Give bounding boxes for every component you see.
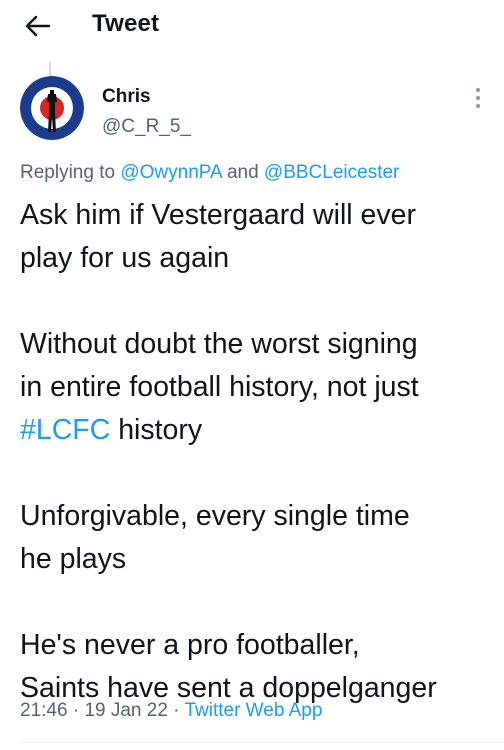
more-vertical-icon	[476, 88, 480, 108]
back-button[interactable]	[22, 12, 54, 40]
raf-roundel-avatar-image	[20, 76, 84, 140]
thread-connector-line	[49, 62, 51, 76]
meta-separator: ·	[67, 700, 85, 721]
tweet-line: Unforgivable, every single time	[20, 500, 410, 532]
arrow-left-icon	[25, 15, 51, 37]
reply-conjunction: and	[226, 162, 259, 183]
meta-separator: ·	[167, 700, 185, 721]
reply-context: Replying to @OwynnPA and @BBCLeicester	[20, 162, 399, 184]
mention-link-owynnpa[interactable]: @OwynnPA	[120, 162, 221, 183]
author-handle[interactable]: @C_R_5_	[102, 116, 191, 138]
tweet-time[interactable]: 21:46	[20, 700, 68, 721]
tweet-source-link[interactable]: Twitter Web App	[184, 700, 322, 721]
mention-link-bbcleicester[interactable]: @BBCLeicester	[264, 162, 399, 183]
tweet-line: He's never a pro footballer,	[20, 629, 360, 661]
tweet-line-rest: history	[110, 414, 203, 446]
page-title: Tweet	[92, 10, 160, 37]
tweet-body: Ask him if Vestergaard will ever play fo…	[20, 194, 494, 710]
divider	[20, 742, 504, 743]
tweet-line: he plays	[20, 543, 127, 575]
avatar[interactable]	[20, 76, 84, 140]
tweet-line: in entire football history, not just	[20, 371, 419, 403]
tweet-metadata: 21:46 · 19 Jan 22 · Twitter Web App	[20, 700, 322, 722]
tweet-line: play for us again	[20, 242, 230, 274]
hashtag-link-lcfc[interactable]: #LCFC	[20, 414, 110, 446]
tweet-line: Without doubt the worst signing	[20, 328, 418, 360]
tweet-date[interactable]: 19 Jan 22	[84, 700, 167, 721]
reply-prefix: Replying to	[20, 162, 116, 183]
more-options-button[interactable]	[466, 84, 490, 112]
tweet-line: Ask him if Vestergaard will ever	[20, 199, 416, 231]
top-bar: Tweet	[0, 0, 504, 56]
author-name[interactable]: Chris	[102, 86, 151, 108]
tweet-line: #LCFC history	[20, 409, 494, 452]
